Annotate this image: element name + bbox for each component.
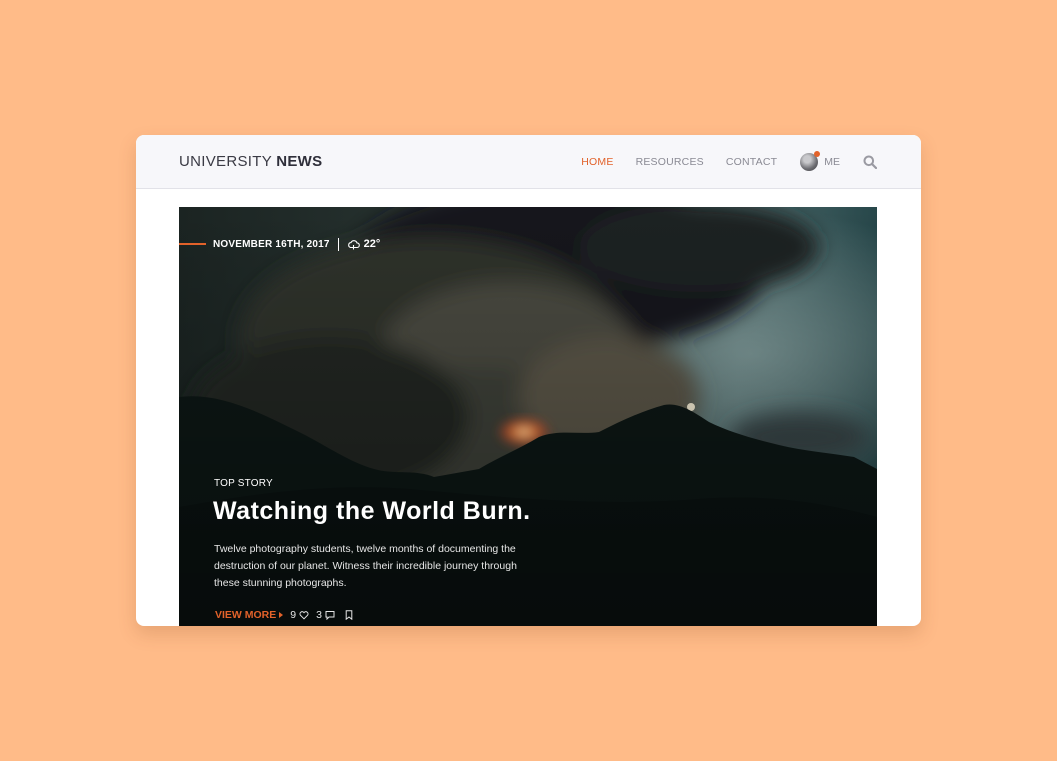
nav-resources[interactable]: RESOURCES xyxy=(636,156,704,168)
brand-prefix: UNIVERSITY xyxy=(179,153,272,170)
main-nav: HOME RESOURCES CONTACT ME xyxy=(559,135,877,189)
brand-suffix: NEWS xyxy=(276,153,323,170)
bookmark-icon[interactable] xyxy=(344,610,354,620)
nav-contact[interactable]: CONTACT xyxy=(726,156,777,168)
notification-dot xyxy=(814,151,821,157)
top-navbar: UNIVERSITY NEWS HOME RESOURCES CONTACT M… xyxy=(136,135,921,189)
temperature: 22° xyxy=(363,238,381,250)
arrow-right-icon xyxy=(279,612,284,618)
story-actions: VIEW MORE 9 3 xyxy=(215,608,354,622)
story-date: NOVEMBER 16TH, 2017 xyxy=(213,238,330,250)
dateline: NOVEMBER 16TH, 2017 22° xyxy=(179,236,380,252)
profile-label: ME xyxy=(824,156,840,168)
comments-count: 3 xyxy=(316,609,322,621)
cloud-icon xyxy=(347,239,360,249)
profile-menu[interactable]: ME xyxy=(800,151,840,171)
story-title[interactable]: Watching the World Burn. xyxy=(213,497,531,526)
app-window: UNIVERSITY NEWS HOME RESOURCES CONTACT M… xyxy=(136,135,921,626)
search-icon[interactable] xyxy=(863,155,877,169)
site-logo[interactable]: UNIVERSITY NEWS xyxy=(179,153,322,170)
avatar xyxy=(800,151,821,171)
divider xyxy=(337,237,339,251)
view-more-link[interactable]: VIEW MORE xyxy=(215,609,276,621)
story-category: TOP STORY xyxy=(214,478,273,489)
top-story-hero: NOVEMBER 16TH, 2017 22° TOP STORY Watchi… xyxy=(179,207,877,626)
story-summary: Twelve photography students, twelve mont… xyxy=(214,543,517,589)
accent-rule xyxy=(179,243,206,245)
nav-home[interactable]: HOME xyxy=(581,156,613,168)
comment-icon[interactable] xyxy=(325,610,335,620)
likes-count: 9 xyxy=(290,609,297,621)
heart-icon[interactable] xyxy=(299,610,309,620)
